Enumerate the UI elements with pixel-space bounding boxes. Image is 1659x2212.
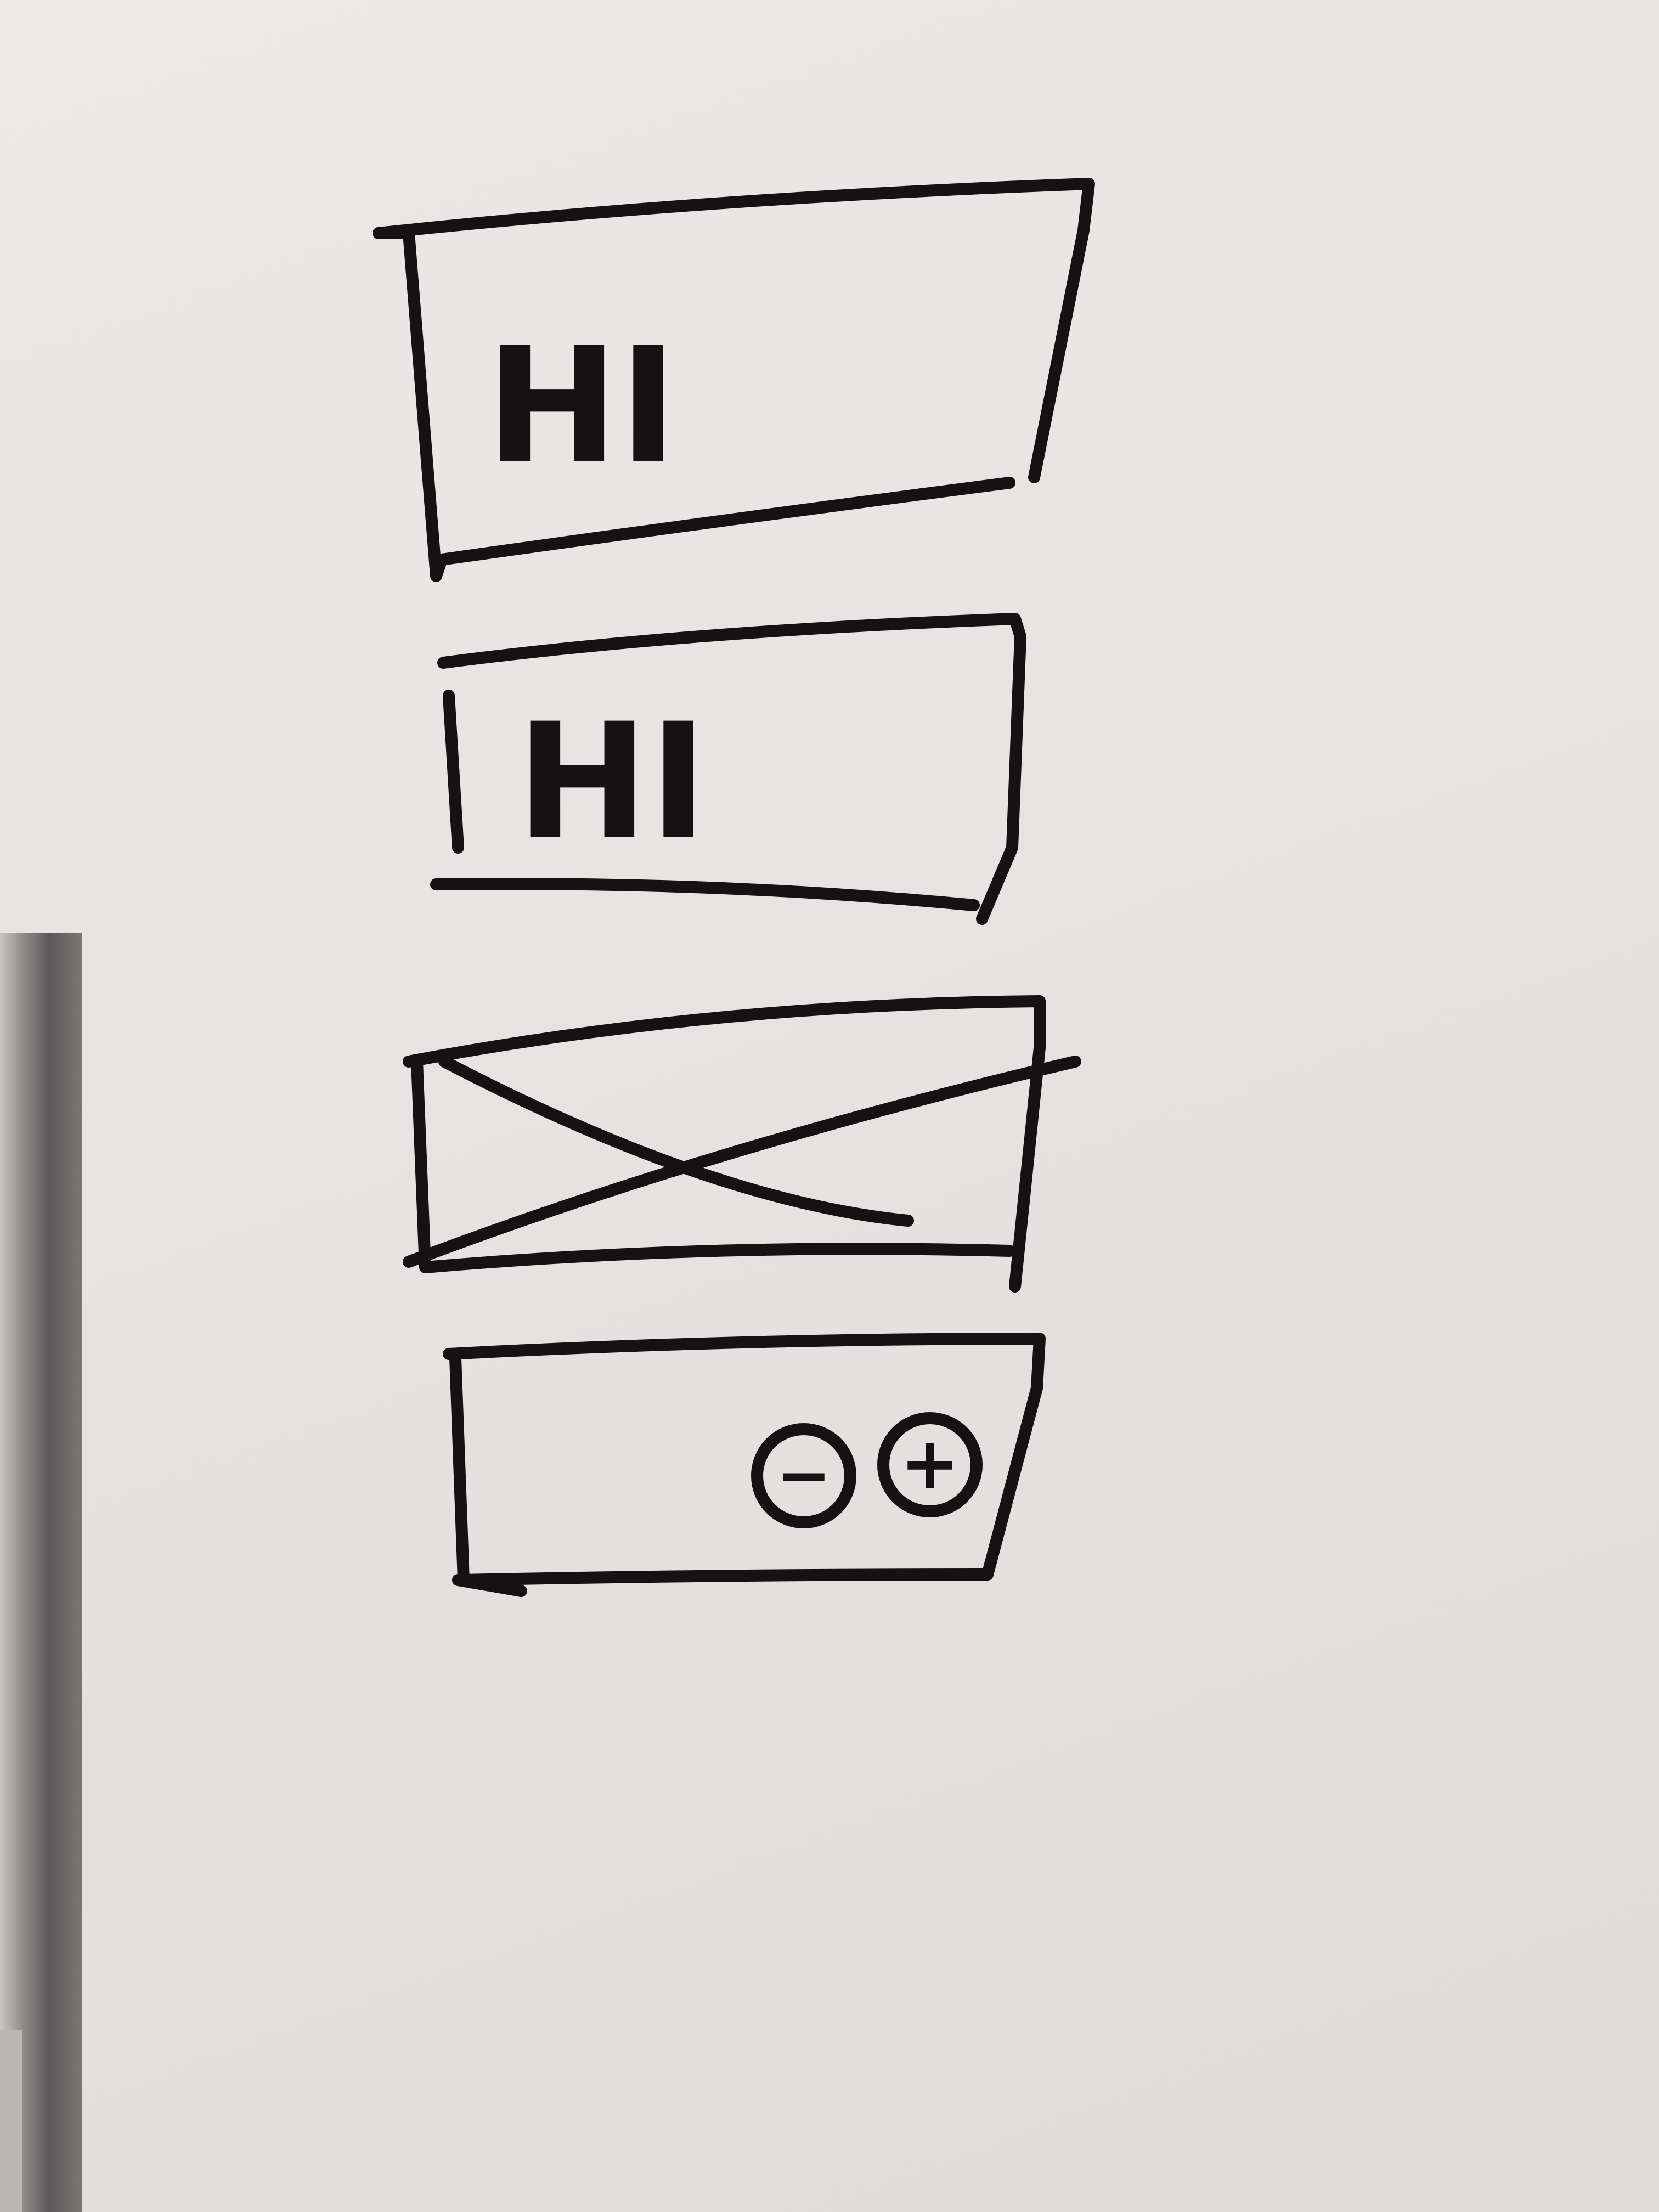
zoom-out-button[interactable]: −: [751, 1423, 856, 1528]
zoom-in-symbol: +: [900, 1421, 960, 1505]
zoom-in-button[interactable]: +: [877, 1412, 983, 1517]
large-text-box: HI: [373, 178, 1095, 582]
text-input-bottom-edge: [430, 878, 980, 911]
image-placeholder-outline: [403, 995, 1046, 1293]
wireframe-sketch: HI HI − +: [373, 178, 1095, 1597]
text-input: HI: [430, 613, 1026, 925]
text-input-text: HI: [516, 690, 708, 874]
image-placeholder-cross-line-2: [438, 1056, 914, 1227]
large-text-box-text: HI: [486, 314, 678, 499]
zoom-card: − +: [443, 1333, 1046, 1597]
text-cursor-icon: [443, 690, 464, 854]
zoom-out-symbol: −: [776, 1437, 832, 1514]
image-placeholder: [403, 995, 1081, 1293]
